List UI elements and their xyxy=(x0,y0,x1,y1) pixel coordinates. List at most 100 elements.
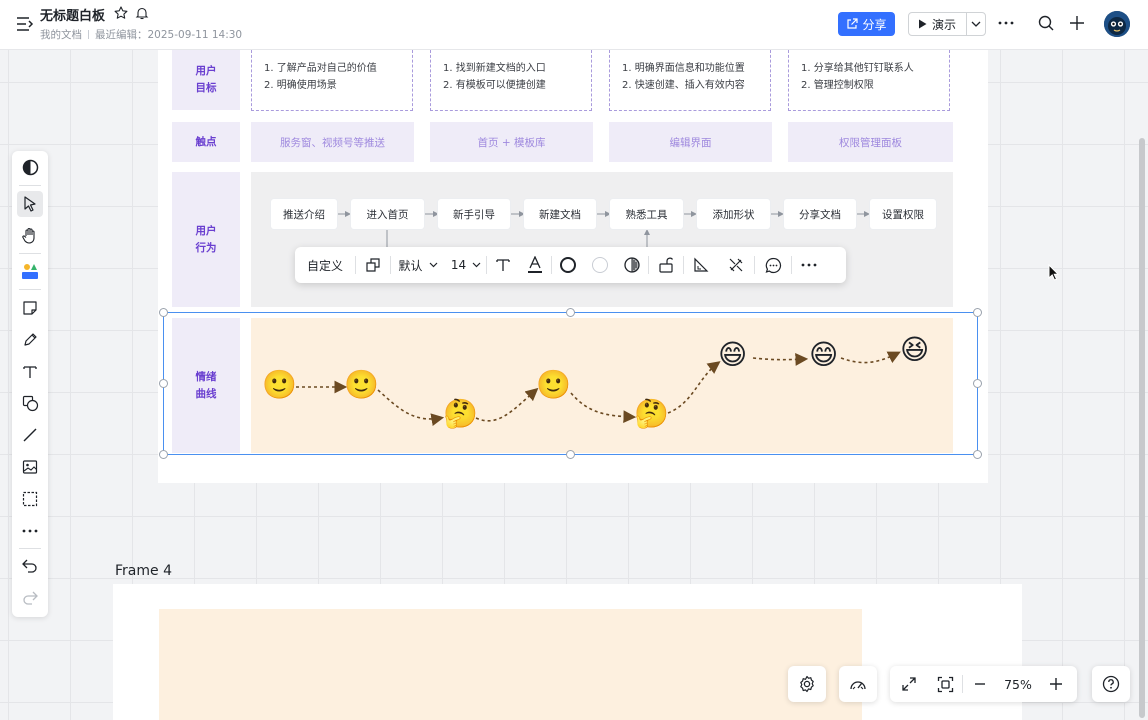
fullscreen-button[interactable] xyxy=(890,666,928,702)
emotion-grin-icon[interactable]: 😄 xyxy=(809,341,838,369)
emotion-confused-icon[interactable]: 🤔 xyxy=(634,400,669,428)
journey-step[interactable]: 设置权限 xyxy=(870,199,936,229)
touchpoint-card[interactable]: 首页 + 模板库 xyxy=(430,122,593,162)
emotion-smile-icon[interactable]: 🙂 xyxy=(344,371,379,399)
zoom-in-button[interactable] xyxy=(1039,666,1073,702)
star-icon[interactable] xyxy=(114,6,128,20)
emotion-smile-icon[interactable]: 🙂 xyxy=(262,371,297,399)
row-label-text: 用户 xyxy=(195,65,217,77)
tool-rail xyxy=(12,151,48,617)
frame-4[interactable] xyxy=(113,584,1022,720)
goal-line: 1. 找到新建文档的入口 xyxy=(443,63,546,74)
journey-step[interactable]: 进入首页 xyxy=(351,199,424,229)
vertical-scrollbar[interactable] xyxy=(1138,50,1148,720)
edit-shape-button[interactable] xyxy=(718,247,754,283)
hand-tool[interactable] xyxy=(17,222,43,248)
fill-color-button[interactable] xyxy=(584,247,616,283)
help-button-inner[interactable] xyxy=(1092,666,1130,702)
document-title[interactable]: 无标题白板 xyxy=(40,5,105,24)
text-tool[interactable] xyxy=(17,359,43,385)
zoom-out-button[interactable] xyxy=(963,666,997,702)
plus-icon[interactable] xyxy=(1068,14,1086,32)
journey-step[interactable]: 熟悉工具 xyxy=(610,199,683,229)
comment-button[interactable] xyxy=(755,247,791,283)
minimap-button[interactable] xyxy=(839,666,877,702)
undo-button[interactable] xyxy=(17,553,43,579)
emotion-confused-icon[interactable]: 🤔 xyxy=(443,400,478,428)
goal-card[interactable]: 1. 了解产品对自己的价值 2. 明确使用场景 xyxy=(251,50,413,111)
theme-tool[interactable] xyxy=(17,154,43,180)
present-button[interactable]: 演示 xyxy=(908,12,986,36)
row-label-goals[interactable]: 用户 目标 xyxy=(172,50,240,110)
touchpoint-card[interactable]: 服务窗、视频号等推送 xyxy=(251,122,414,162)
emotion-grin-icon[interactable]: 😄 xyxy=(718,341,747,369)
goal-card[interactable]: 1. 分享给其他钉钉联系人 2. 管理控制权限 xyxy=(788,50,950,111)
more-tools[interactable] xyxy=(17,518,43,544)
font-select[interactable]: 默认 xyxy=(391,247,445,283)
touchpoint-card[interactable]: 权限管理面板 xyxy=(788,122,953,162)
search-icon[interactable] xyxy=(1037,14,1055,32)
journey-step[interactable]: 添加形状 xyxy=(697,199,770,229)
row-label-text: 行为 xyxy=(195,241,217,254)
select-tool[interactable] xyxy=(17,191,43,217)
play-icon xyxy=(919,19,927,29)
image-tool[interactable] xyxy=(17,454,43,480)
shape-switch-button[interactable] xyxy=(356,247,390,283)
more-icon xyxy=(801,263,817,267)
style-preset-button[interactable]: 自定义 xyxy=(295,247,355,283)
avatar[interactable] xyxy=(1104,11,1130,37)
frame-title[interactable]: Frame 4 xyxy=(115,563,172,579)
text-style-button[interactable] xyxy=(487,247,519,283)
location-label[interactable]: 我的文档 xyxy=(40,29,82,41)
help-button[interactable] xyxy=(1092,666,1130,702)
shape-tool[interactable] xyxy=(17,390,43,416)
line-tool[interactable] xyxy=(17,422,43,448)
share-button[interactable]: 分享 xyxy=(838,12,895,36)
font-size-select[interactable]: 14 xyxy=(446,247,486,283)
emotion-smile-icon[interactable]: 🙂 xyxy=(536,371,571,399)
goal-card[interactable]: 1. 找到新建文档的入口 2. 有模板可以便捷创建 xyxy=(430,50,592,111)
frame-4-shape[interactable] xyxy=(159,609,862,720)
row-label-emotion[interactable]: 情绪 曲线 xyxy=(172,318,240,453)
journey-step[interactable]: 分享文档 xyxy=(784,199,856,229)
more-icon[interactable] xyxy=(997,14,1015,32)
present-main[interactable]: 演示 xyxy=(909,13,967,35)
font-size-label: 14 xyxy=(450,258,467,272)
row-label-text: 目标 xyxy=(195,82,217,94)
settings-button-inner[interactable] xyxy=(788,666,826,702)
template-tool[interactable] xyxy=(17,258,43,284)
more-options-button[interactable] xyxy=(792,247,826,283)
scrollbar-thumb[interactable] xyxy=(1139,138,1145,718)
lock-button[interactable] xyxy=(649,247,683,283)
border-color-button[interactable] xyxy=(552,247,584,283)
text-color-button[interactable] xyxy=(519,247,551,283)
row-label-behavior[interactable]: 用户 行为 xyxy=(172,172,240,307)
row-label-touchpoints[interactable]: 触点 xyxy=(172,122,240,162)
pen-tool[interactable] xyxy=(17,327,43,353)
menu-collapse-icon[interactable] xyxy=(16,16,34,32)
touchpoint-card[interactable]: 编辑界面 xyxy=(609,122,772,162)
emotion-laugh-icon[interactable]: 😆 xyxy=(900,336,929,364)
bell-icon[interactable] xyxy=(135,6,149,20)
journey-step[interactable]: 推送介绍 xyxy=(271,199,337,229)
behavior-area[interactable] xyxy=(251,172,953,307)
divider xyxy=(19,185,41,186)
share-icon xyxy=(847,18,859,29)
align-button[interactable] xyxy=(684,247,718,283)
journey-step[interactable]: 新建文档 xyxy=(524,199,596,229)
fit-view-button[interactable] xyxy=(928,666,962,702)
journey-step[interactable]: 新手引导 xyxy=(438,199,510,229)
settings-button[interactable] xyxy=(788,666,826,702)
circle-fill-icon xyxy=(592,257,608,273)
ruler-angle-icon xyxy=(694,257,709,272)
opacity-button[interactable] xyxy=(616,247,648,283)
goal-card[interactable]: 1. 明确界面信息和功能位置 2. 快速创建、插入有效内容 xyxy=(609,50,771,111)
frame-tool[interactable] xyxy=(17,486,43,512)
minimap-button-inner[interactable] xyxy=(839,666,877,702)
present-dropdown[interactable] xyxy=(967,13,985,35)
zoom-level[interactable]: 75% xyxy=(997,666,1039,702)
chevron-down-icon xyxy=(429,262,437,268)
format-toolbar: 自定义 默认 14 xyxy=(295,247,846,283)
sticky-note-tool[interactable] xyxy=(17,295,43,321)
redo-button[interactable] xyxy=(17,585,43,611)
